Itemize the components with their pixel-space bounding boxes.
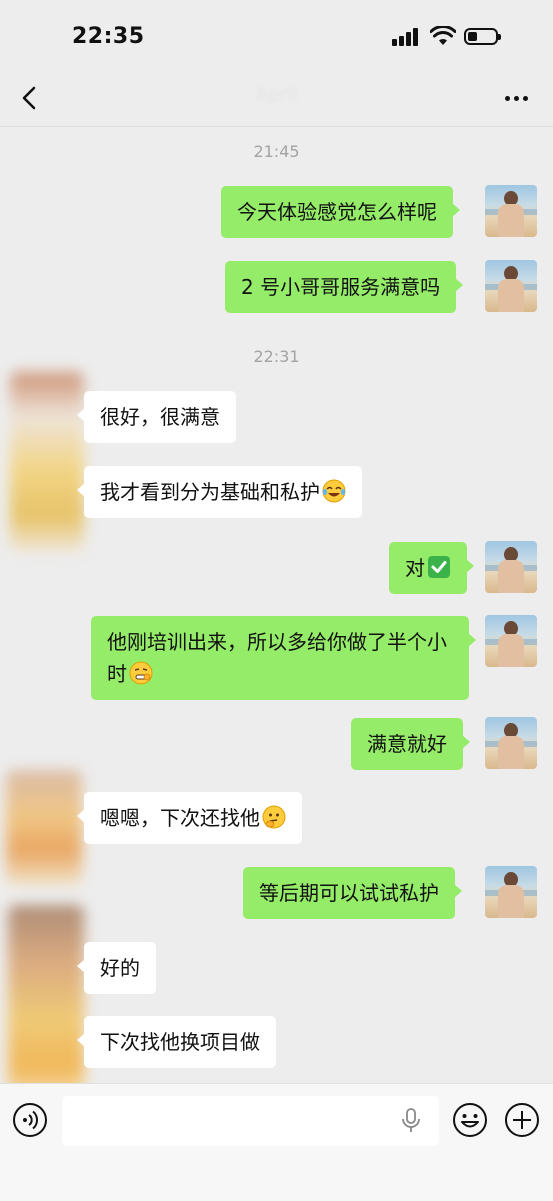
status-time: 22:35: [72, 24, 145, 49]
my-avatar[interactable]: [485, 866, 537, 918]
input-bar: [0, 1083, 553, 1201]
my-avatar[interactable]: [485, 615, 537, 667]
message-input[interactable]: [62, 1096, 439, 1146]
message-bubble-outgoing[interactable]: 对: [389, 542, 474, 594]
battery-icon: [464, 28, 501, 45]
message-text: 他刚培训出来，所以多给你做了半个小时: [107, 630, 447, 686]
message-bubble-outgoing[interactable]: 2 号小哥哥服务满意吗: [225, 261, 464, 313]
timestamp: 21:45: [253, 142, 300, 161]
more-options-icon[interactable]: [500, 86, 532, 110]
my-avatar[interactable]: [485, 717, 537, 769]
check-mark-emoji: [428, 556, 450, 578]
voice-mode-icon[interactable]: [12, 1102, 48, 1138]
message-text: 好的: [100, 956, 140, 980]
message-bubble-incoming[interactable]: 嗯嗯，下次还找他: [77, 792, 302, 844]
my-avatar[interactable]: [485, 185, 537, 237]
timestamp: 22:31: [253, 347, 300, 366]
message-bubble-outgoing[interactable]: 等后期可以试试私护: [243, 867, 462, 919]
my-avatar[interactable]: [485, 541, 537, 593]
thinking-emoji: [262, 805, 286, 829]
contact-avatar[interactable]: [6, 770, 82, 885]
message-text: 嗯嗯，下次还找他: [100, 806, 260, 830]
signal-icon: [392, 28, 422, 46]
message-text: 今天体验感觉怎么样呢: [237, 200, 437, 224]
chat-header: April: [0, 70, 553, 127]
message-text: 很好，很满意: [100, 405, 220, 429]
message-bubble-outgoing[interactable]: 他刚培训出来，所以多给你做了半个小时: [91, 616, 476, 700]
plus-icon[interactable]: [504, 1102, 540, 1138]
message-bubble-incoming[interactable]: 很好，很满意: [77, 391, 236, 443]
message-bubble-outgoing[interactable]: 今天体验感觉怎么样呢: [221, 186, 460, 238]
message-text: 等后期可以试试私护: [259, 881, 439, 905]
wifi-icon: [430, 26, 456, 45]
status-bar: 22:35: [0, 0, 553, 70]
message-text: 我才看到分为基础和私护: [100, 480, 320, 504]
message-text: 对: [405, 556, 425, 580]
emoji-icon[interactable]: [452, 1102, 488, 1138]
laugh-tears-emoji: [322, 479, 346, 503]
message-bubble-outgoing[interactable]: 满意就好: [351, 718, 470, 770]
microphone-icon[interactable]: [400, 1108, 422, 1134]
chat-title: April: [255, 84, 298, 105]
message-bubble-incoming[interactable]: 我才看到分为基础和私护: [77, 466, 362, 518]
message-text: 下次找他换项目做: [100, 1030, 260, 1054]
contact-avatar[interactable]: [8, 905, 84, 1095]
message-text: 满意就好: [367, 732, 447, 756]
contact-avatar[interactable]: [10, 372, 84, 552]
message-bubble-incoming[interactable]: 下次找他换项目做: [77, 1016, 276, 1068]
my-avatar[interactable]: [485, 260, 537, 312]
message-text: 2 号小哥哥服务满意吗: [241, 275, 441, 299]
message-bubble-incoming[interactable]: 好的: [77, 942, 156, 994]
grimace-emoji: [129, 661, 153, 685]
